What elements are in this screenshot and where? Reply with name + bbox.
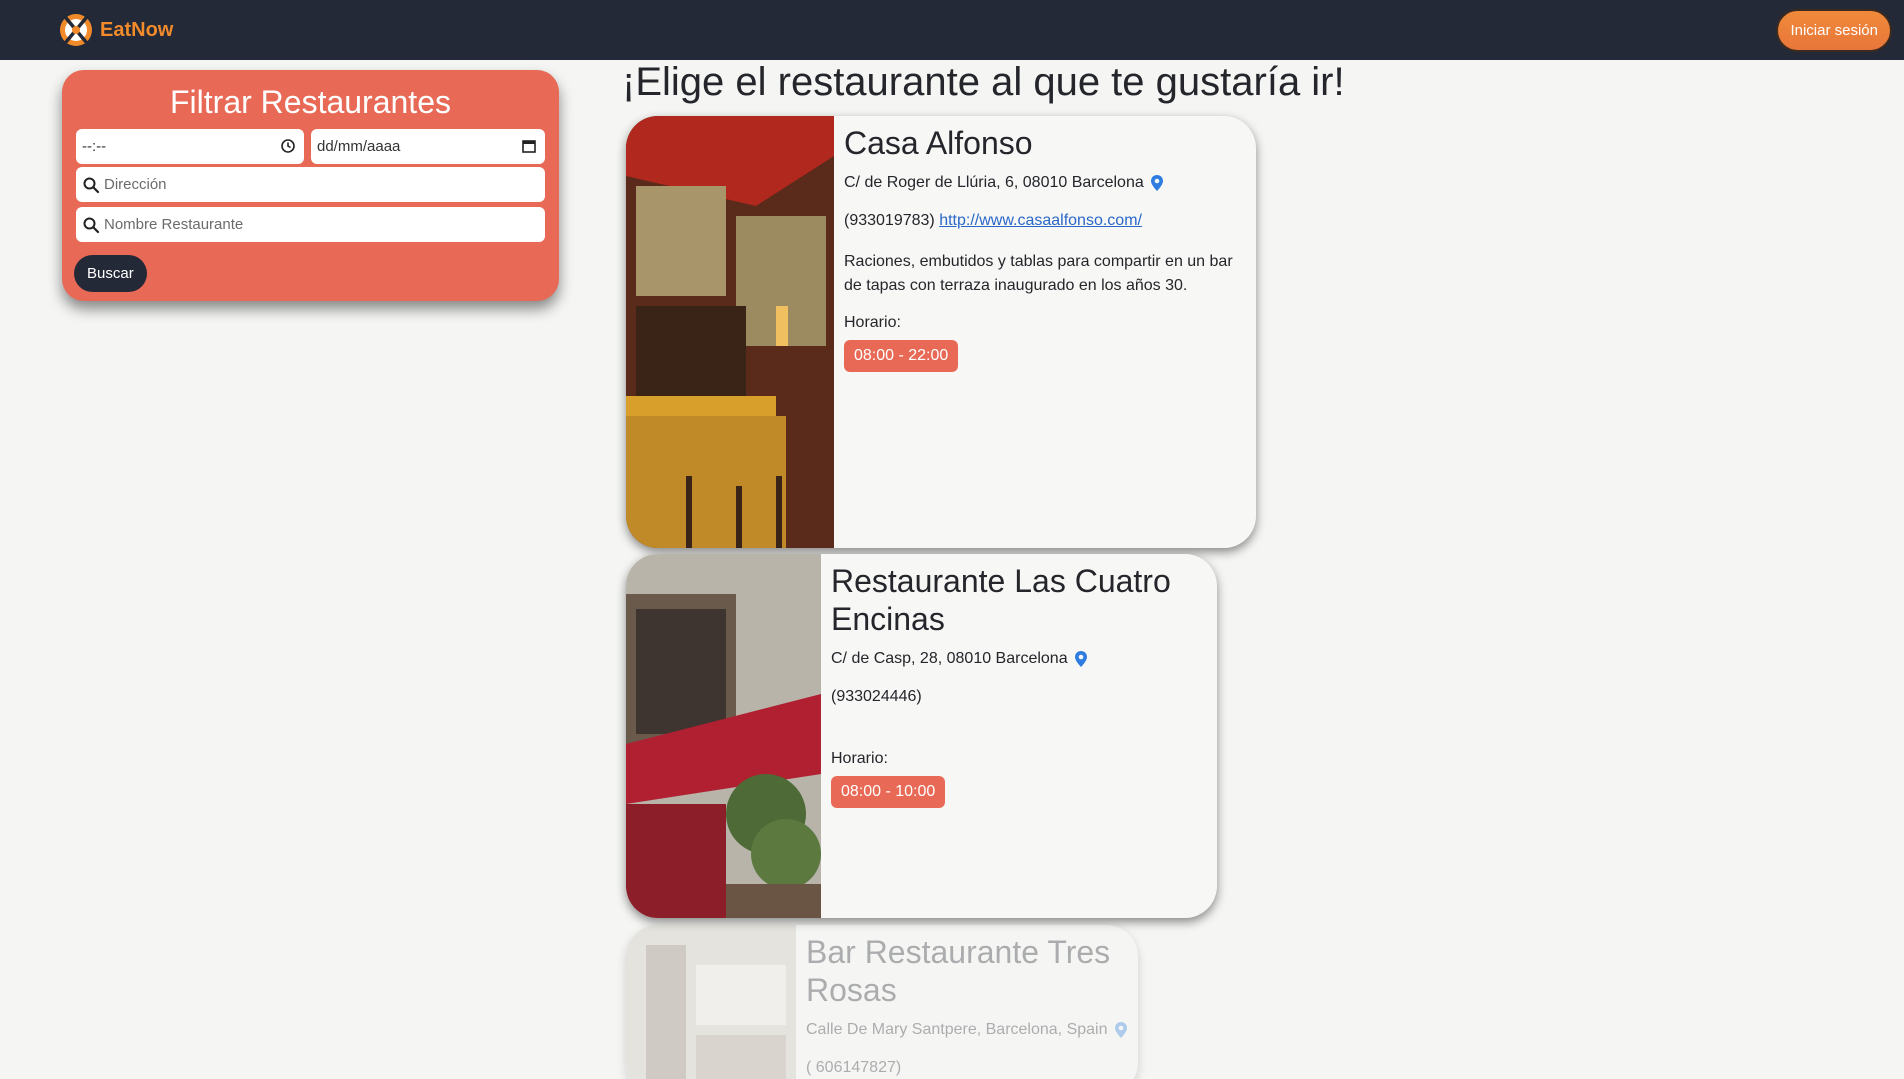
restaurant-name-input[interactable]: Nombre Restaurante xyxy=(76,207,545,242)
brand-link[interactable]: EatNow xyxy=(58,12,173,48)
address-placeholder: Dirección xyxy=(104,176,167,193)
restaurant-card[interactable]: Casa Alfonso C/ de Roger de Llúria, 6, 0… xyxy=(626,116,1256,548)
restaurant-card-body: Restaurante Las Cuatro Encinas C/ de Cas… xyxy=(831,554,1217,808)
clock-icon[interactable] xyxy=(280,138,296,154)
hours-badge[interactable]: 08:00 - 10:00 xyxy=(831,776,946,808)
restaurant-card[interactable]: Restaurante Las Cuatro Encinas C/ de Cas… xyxy=(626,554,1217,918)
map-pin-icon[interactable] xyxy=(1150,174,1164,192)
filter-title: Filtrar Restaurantes xyxy=(170,84,451,120)
filter-panel: Filtrar Restaurantes --:-- dd/mm/aaaa Di… xyxy=(62,70,559,301)
page-title: ¡Elige el restaurante al que te gustaría… xyxy=(622,60,1345,104)
date-input[interactable]: dd/mm/aaaa xyxy=(311,129,545,164)
time-input-value: --:-- xyxy=(82,138,107,155)
restaurant-website-link[interactable]: http://www.casaalfonso.com/ xyxy=(939,212,1142,229)
hours-label: Horario: xyxy=(831,750,888,767)
restaurant-address-text: C/ de Casp, 28, 08010 Barcelona xyxy=(831,650,1068,667)
hours-label: Horario: xyxy=(844,314,901,331)
restaurant-photo xyxy=(626,116,834,548)
brand-name: EatNow xyxy=(100,18,174,41)
restaurant-phone: (933024446) xyxy=(831,688,922,705)
restaurant-card-body: Casa Alfonso C/ de Roger de Llúria, 6, 0… xyxy=(844,116,1256,372)
restaurant-contact: (933024446) xyxy=(831,688,1217,706)
restaurant-phone: ( 606147827) xyxy=(806,1059,902,1076)
restaurant-name[interactable]: Casa Alfonso xyxy=(844,124,1256,162)
restaurant-address-text: C/ de Roger de Llúria, 6, 08010 Barcelon… xyxy=(844,174,1144,191)
restaurant-contact: (933019783) http://www.casaalfonso.com/ xyxy=(844,212,1256,230)
restaurant-name[interactable]: Bar Restaurante Tres Rosas xyxy=(806,933,1126,1009)
address-input[interactable]: Dirección xyxy=(76,167,545,202)
search-icon xyxy=(83,177,100,193)
restaurant-address-text: Calle De Mary Santpere, Barcelona, Spain xyxy=(806,1021,1108,1038)
search-button[interactable]: Buscar xyxy=(74,255,147,292)
restaurant-description: Raciones, embutidos y tablas para compar… xyxy=(844,253,1233,294)
map-pin-icon[interactable] xyxy=(1114,1021,1128,1039)
restaurant-phone: (933019783) xyxy=(844,212,935,229)
restaurant-card-body: Bar Restaurante Tres Rosas Calle De Mary… xyxy=(806,925,1138,1077)
hours-badge[interactable]: 08:00 - 22:00 xyxy=(844,340,959,372)
restaurant-address: C/ de Roger de Llúria, 6, 08010 Barcelon… xyxy=(844,174,1256,192)
restaurant-card[interactable]: Bar Restaurante Tres Rosas Calle De Mary… xyxy=(626,925,1138,1079)
time-input[interactable]: --:-- xyxy=(76,129,304,164)
restaurant-name[interactable]: Restaurante Las Cuatro Encinas xyxy=(831,562,1191,638)
restaurant-photo xyxy=(626,554,821,918)
restaurant-photo xyxy=(626,925,796,1079)
restaurant-address: C/ de Casp, 28, 08010 Barcelona xyxy=(831,650,1217,668)
map-pin-icon[interactable] xyxy=(1074,650,1088,668)
restaurant-address: Calle De Mary Santpere, Barcelona, Spain xyxy=(806,1021,1138,1039)
restaurant-name-placeholder: Nombre Restaurante xyxy=(104,216,244,233)
restaurant-contact: ( 606147827) xyxy=(806,1059,1138,1077)
login-button[interactable]: Iniciar sesión xyxy=(1776,9,1892,52)
eatnow-logo-icon xyxy=(60,14,92,46)
search-icon xyxy=(83,217,100,233)
calendar-icon[interactable] xyxy=(521,138,537,154)
top-navbar: EatNow Iniciar sesión xyxy=(0,0,1904,60)
date-input-value: dd/mm/aaaa xyxy=(317,138,401,155)
